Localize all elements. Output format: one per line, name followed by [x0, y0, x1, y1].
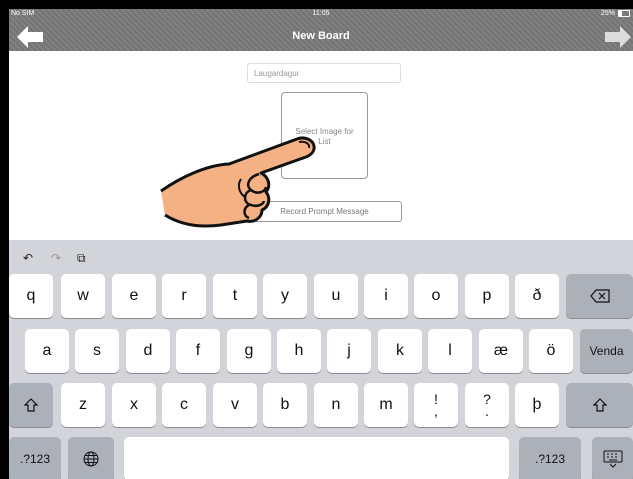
globe-key[interactable] — [68, 437, 114, 479]
key-m[interactable]: m — [364, 383, 408, 427]
redo-icon[interactable]: ↷ — [51, 251, 61, 265]
key-ae[interactable]: æ — [479, 329, 523, 373]
backspace-key[interactable] — [566, 274, 633, 318]
key-question-period[interactable]: ?. — [465, 383, 509, 427]
battery-icon — [618, 10, 630, 17]
shift-icon — [24, 398, 38, 412]
arrow-right-icon[interactable] — [605, 26, 631, 48]
backspace-icon — [589, 289, 610, 303]
space-bar[interactable] — [124, 437, 509, 479]
shift-icon — [592, 398, 607, 412]
undo-icon[interactable]: ↶ — [23, 251, 33, 265]
key-exclamation-comma[interactable]: !, — [414, 383, 458, 427]
shift-key-right[interactable] — [566, 383, 633, 427]
key-v[interactable]: v — [213, 383, 257, 427]
key-o-umlaut[interactable]: ö — [529, 329, 573, 373]
on-screen-keyboard: ↶ ↷ ⧉ q w e r t y u i o p ð a s d f g h … — [9, 240, 633, 479]
clipboard-icon[interactable]: ⧉ — [77, 251, 86, 266]
key-t[interactable]: t — [213, 274, 257, 318]
key-g[interactable]: g — [227, 329, 271, 373]
key-b[interactable]: b — [263, 383, 307, 427]
list-name-input[interactable]: Laugardagur — [247, 63, 401, 83]
key-h[interactable]: h — [277, 329, 321, 373]
navigation-bar: No SIM 11:05 25% New Board — [9, 9, 633, 51]
key-y[interactable]: y — [263, 274, 307, 318]
key-e[interactable]: e — [112, 274, 156, 318]
key-r[interactable]: r — [162, 274, 206, 318]
key-x[interactable]: x — [112, 383, 156, 427]
battery-percent: 25% — [600, 10, 615, 17]
key-n[interactable]: n — [314, 383, 358, 427]
key-z[interactable]: z — [61, 383, 105, 427]
key-j[interactable]: j — [327, 329, 371, 373]
key-a[interactable]: a — [25, 329, 69, 373]
key-o[interactable]: o — [414, 274, 458, 318]
numbers-key-right[interactable]: .?123 — [519, 437, 581, 479]
key-l[interactable]: l — [428, 329, 472, 373]
key-thorn[interactable]: þ — [515, 383, 559, 427]
key-q[interactable]: q — [9, 274, 53, 318]
numbers-key-left[interactable]: .?123 — [9, 437, 61, 479]
globe-icon — [83, 451, 99, 467]
key-f[interactable]: f — [176, 329, 220, 373]
key-w[interactable]: w — [61, 274, 105, 318]
key-p[interactable]: p — [465, 274, 509, 318]
clock: 11:05 — [312, 10, 330, 17]
pointing-hand-icon — [160, 136, 316, 228]
hide-keyboard-key[interactable] — [592, 437, 633, 479]
keyboard-dismiss-icon — [603, 450, 622, 468]
key-i[interactable]: i — [364, 274, 408, 318]
screen: No SIM 11:05 25% New Board Laugardagur S… — [9, 9, 633, 479]
key-k[interactable]: k — [378, 329, 422, 373]
key-u[interactable]: u — [314, 274, 358, 318]
key-d[interactable]: d — [126, 329, 170, 373]
page-title: New Board — [292, 30, 350, 42]
key-s[interactable]: s — [75, 329, 119, 373]
key-c[interactable]: c — [162, 383, 206, 427]
key-eth[interactable]: ð — [515, 274, 559, 318]
shift-key-left[interactable] — [9, 383, 53, 427]
return-key[interactable]: Venda — [580, 329, 633, 373]
